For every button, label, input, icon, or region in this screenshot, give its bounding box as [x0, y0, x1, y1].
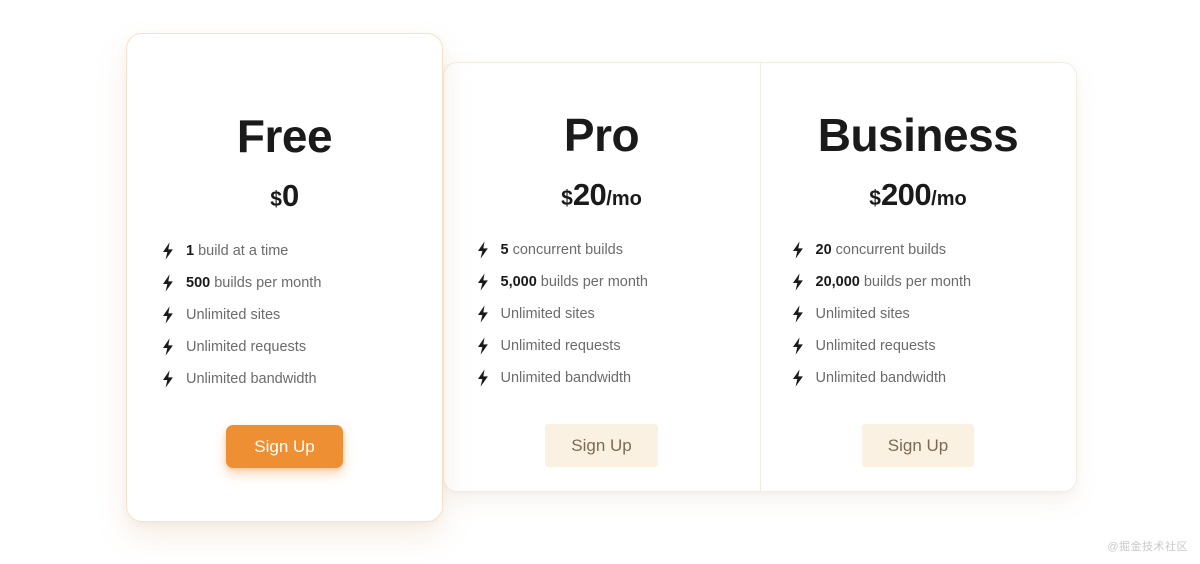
plan-name-pro: Pro [563, 109, 640, 161]
feature-value: 500 [186, 275, 211, 291]
plan-price-pro: $20/mo [561, 179, 642, 210]
feature-item: 500 builds per month [161, 267, 321, 299]
feature-list-business: 20 concurrent builds 20,000 builds per m… [728, 234, 1109, 394]
bolt-icon [476, 337, 490, 355]
bolt-icon [161, 274, 175, 292]
bolt-icon [476, 241, 490, 259]
plan-price-business: $200/mo [869, 179, 966, 210]
price-period: /mo [931, 188, 967, 210]
feature-value: 5,000 [500, 274, 537, 290]
bolt-icon [476, 369, 490, 387]
bolt-icon [161, 242, 175, 260]
plan-price-free: $0 [270, 178, 299, 213]
signup-button-pro[interactable]: Sign Up [545, 424, 658, 467]
price-amount: 200 [880, 177, 932, 212]
plan-name-free: Free [236, 110, 333, 162]
feature-label: Unlimited sites [500, 306, 595, 322]
feature-item: 5 concurrent builds [476, 234, 623, 266]
bolt-icon [161, 306, 175, 324]
feature-label: builds per month [214, 275, 322, 291]
feature-label: Unlimited requests [815, 338, 936, 354]
bolt-icon [791, 305, 805, 323]
bolt-icon [476, 273, 490, 291]
feature-value: 1 [186, 243, 195, 259]
feature-label: Unlimited requests [186, 339, 307, 355]
price-period: /mo [606, 188, 642, 210]
watermark: @掘金技术社区 [1107, 541, 1188, 553]
feature-item: Unlimited bandwidth [791, 362, 947, 394]
feature-label: Unlimited bandwidth [186, 371, 317, 387]
feature-item: Unlimited sites [476, 298, 595, 330]
feature-item: Unlimited requests [791, 330, 936, 362]
feature-label: builds per month [540, 274, 648, 290]
feature-label: concurrent builds [835, 242, 947, 258]
price-currency: $ [869, 187, 881, 210]
pricing-card-pro[interactable]: Pro $20/mo 5 concurrent builds 5,000 bui… [443, 62, 760, 492]
feature-item: Unlimited bandwidth [161, 363, 317, 395]
feature-item: Unlimited sites [791, 298, 910, 330]
bolt-icon [476, 305, 490, 323]
bolt-icon [791, 241, 805, 259]
bolt-icon [161, 370, 175, 388]
feature-item: Unlimited requests [161, 331, 306, 363]
feature-label: Unlimited sites [186, 307, 281, 323]
feature-label: Unlimited sites [815, 306, 910, 322]
signup-button-business[interactable]: Sign Up [861, 424, 975, 467]
plan-name-business: Business [817, 109, 1019, 161]
feature-label: builds per month [863, 274, 972, 290]
feature-label: Unlimited bandwidth [500, 370, 632, 386]
feature-label: Unlimited requests [500, 338, 621, 354]
bolt-icon [791, 369, 805, 387]
feature-item: 1 build at a time [161, 235, 288, 267]
feature-label: build at a time [198, 243, 289, 259]
pricing-card-business[interactable]: Business $200/mo 20 concurrent builds 20… [759, 62, 1077, 492]
pricing-section: Free $0 1 build at a time 500 builds per… [0, 0, 1200, 564]
pricing-card-free[interactable]: Free $0 1 build at a time 500 builds per… [126, 33, 443, 522]
feature-item: Unlimited requests [476, 330, 621, 362]
price-amount: 20 [572, 177, 607, 212]
feature-label: concurrent builds [512, 242, 623, 258]
feature-list-free: 1 build at a time 500 builds per month U… [93, 235, 476, 395]
feature-item: Unlimited bandwidth [476, 362, 632, 394]
feature-item: 20,000 builds per month [791, 266, 972, 298]
feature-item: 5,000 builds per month [476, 266, 648, 298]
feature-label: Unlimited bandwidth [815, 370, 947, 386]
signup-button-free[interactable]: Sign Up [226, 425, 343, 468]
price-currency: $ [561, 187, 573, 210]
price-currency: $ [270, 188, 282, 211]
price-amount: 0 [281, 178, 299, 213]
bolt-icon [161, 338, 175, 356]
feature-value: 5 [500, 242, 509, 258]
feature-item: Unlimited sites [161, 299, 280, 331]
bolt-icon [791, 337, 805, 355]
feature-item: 20 concurrent builds [791, 234, 947, 266]
bolt-icon [791, 273, 805, 291]
feature-value: 20,000 [815, 274, 860, 290]
feature-value: 20 [815, 242, 832, 258]
